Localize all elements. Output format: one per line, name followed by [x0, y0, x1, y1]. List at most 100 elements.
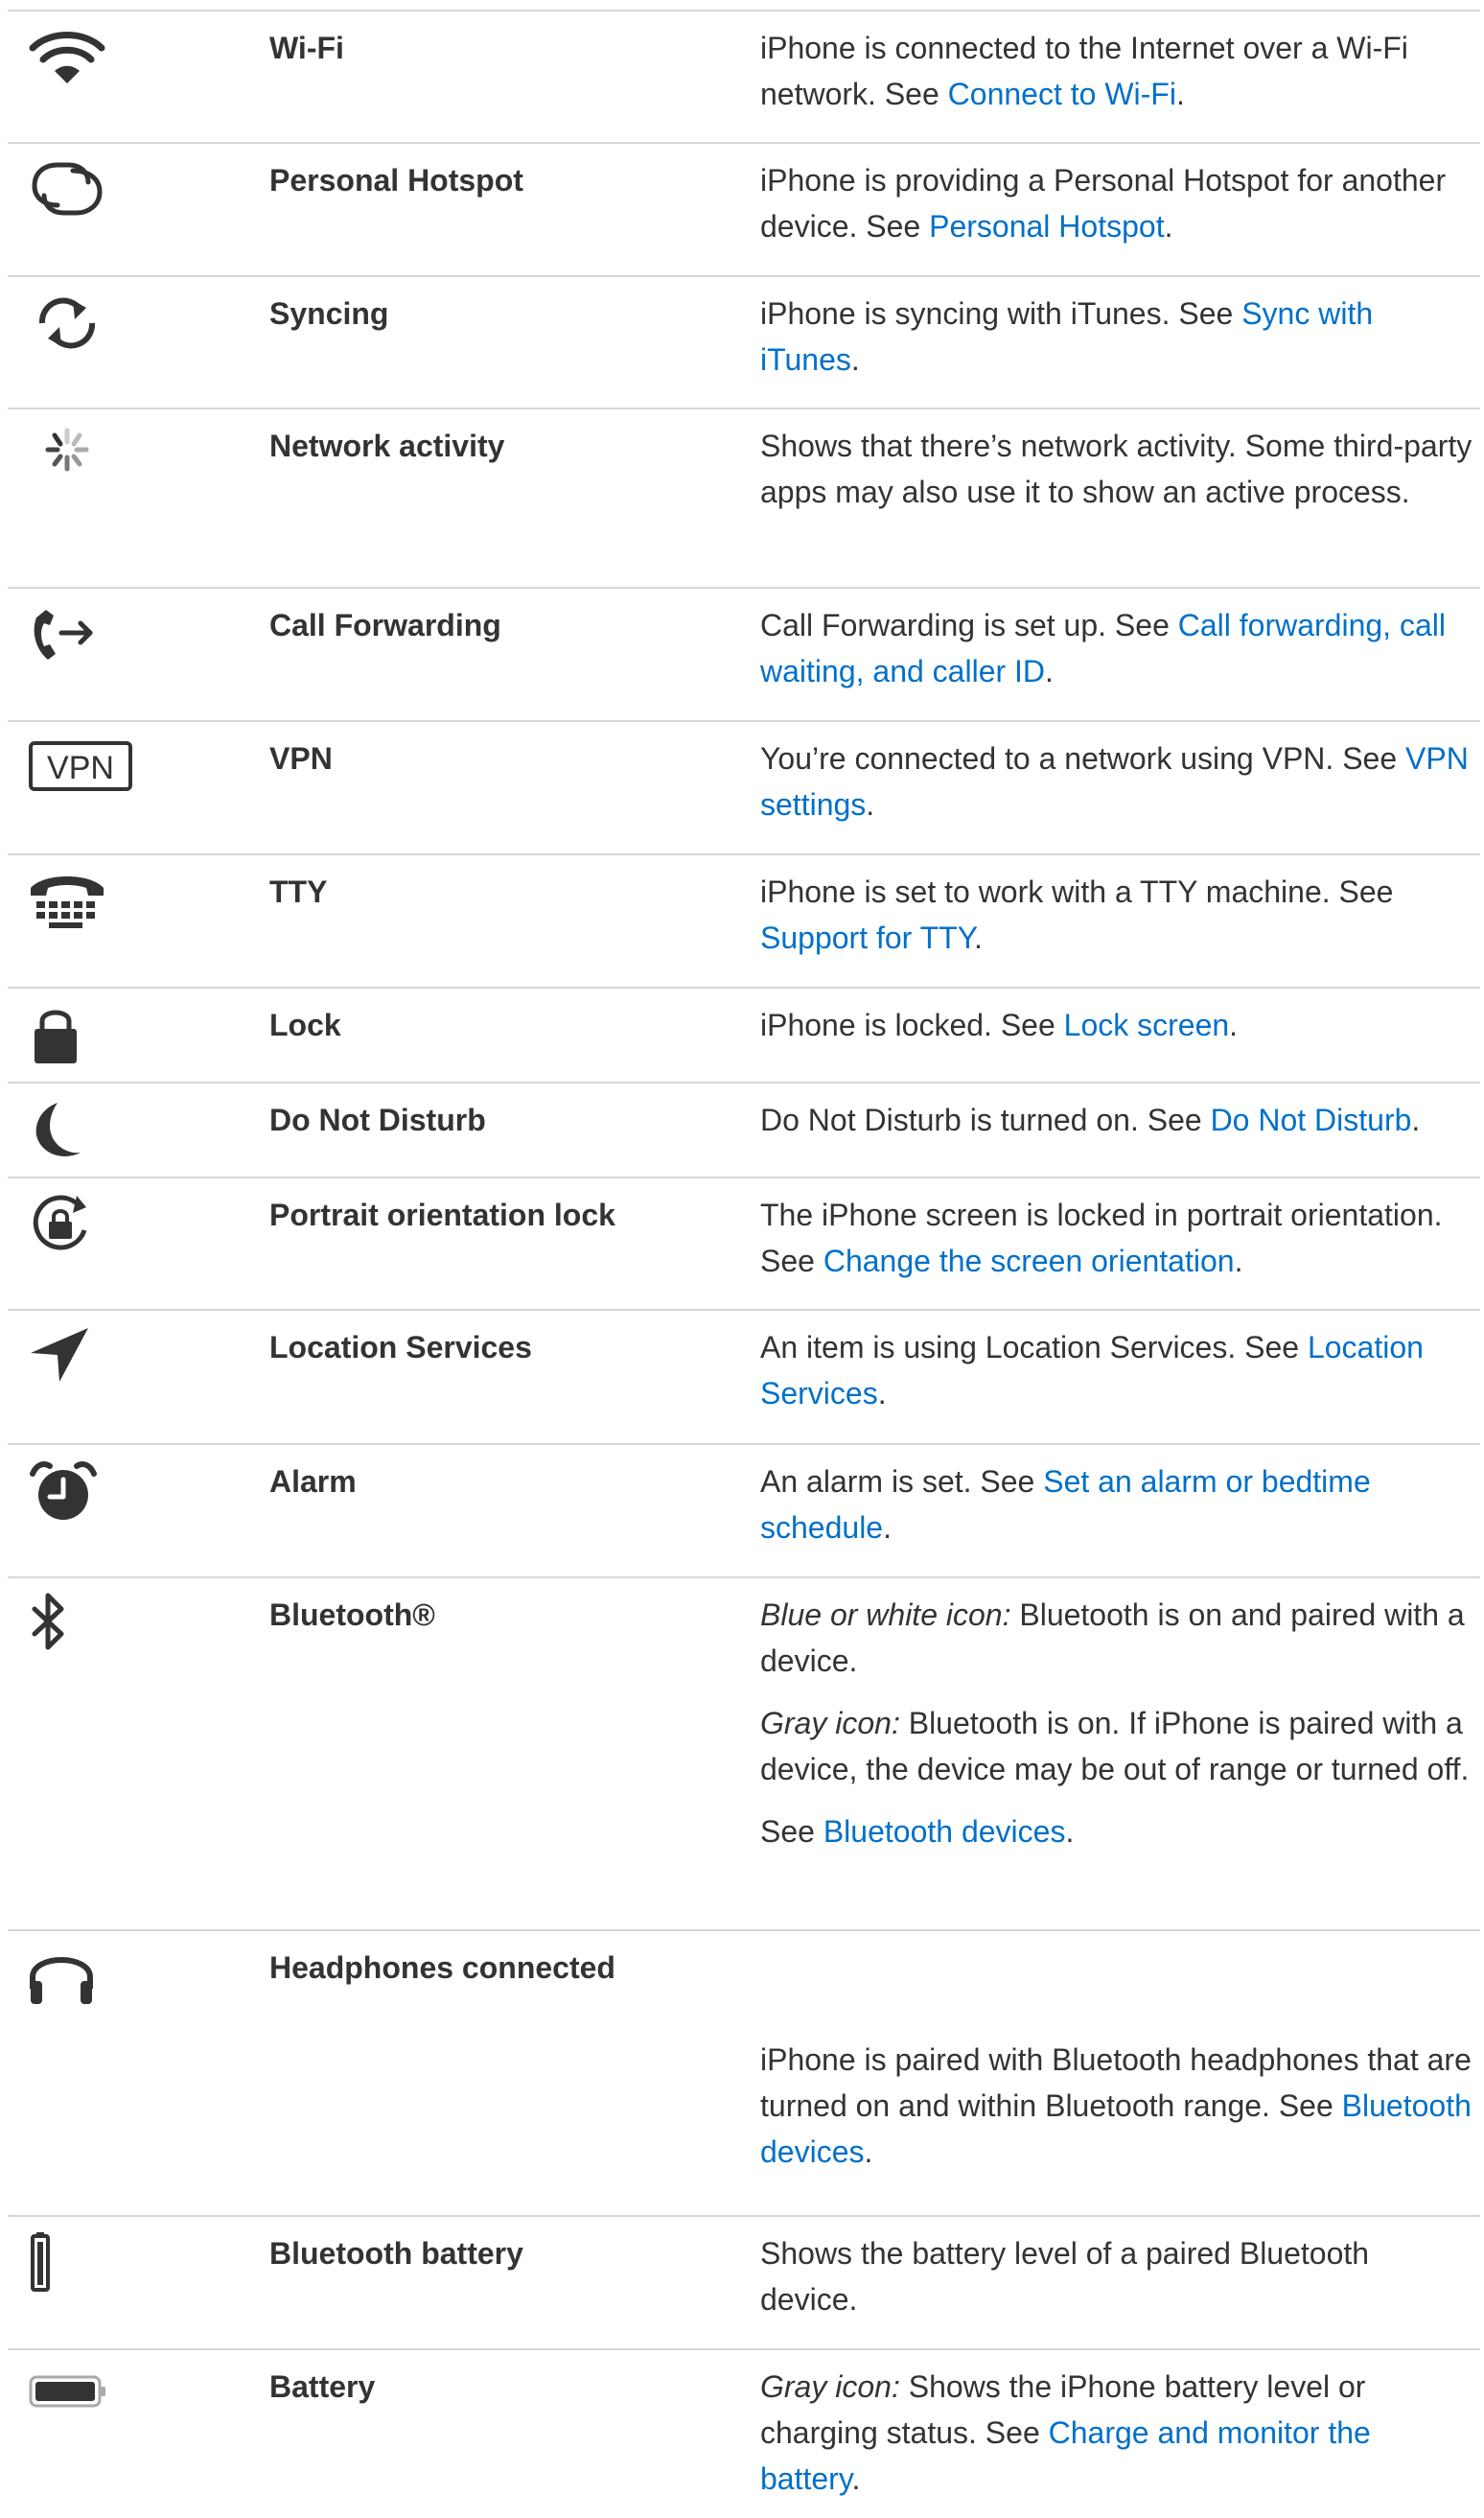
- description-text: .: [1234, 1244, 1243, 1278]
- row-name: Lock: [269, 1008, 341, 1042]
- description-paragraph: The iPhone screen is locked in portrait …: [760, 1192, 1474, 1284]
- table-row: Syncing iPhone is syncing with iTunes. Se…: [8, 275, 1480, 408]
- description-text: .: [851, 2461, 861, 2496]
- description-paragraph: Shows the battery level of a paired Blue…: [760, 2230, 1474, 2322]
- description-paragraph: See Bluetooth devices.: [760, 1808, 1474, 1854]
- doc-link[interactable]: Do Not Disturb: [1211, 1103, 1412, 1137]
- description-text: iPhone is locked. See: [760, 1008, 1064, 1042]
- personal-hotspot-icon: [29, 159, 144, 236]
- vpn-icon-text: VPN: [47, 750, 114, 786]
- description-paragraph: iPhone is paired with Bluetooth headphon…: [760, 2037, 1474, 2175]
- tty-icon: [29, 871, 144, 947]
- syncing-icon: [29, 292, 144, 369]
- lock-icon: [29, 1004, 144, 1081]
- description-text: .: [864, 2134, 873, 2169]
- row-name: Call Forwarding: [269, 608, 501, 642]
- row-description: The iPhone screen is locked in portrait …: [760, 1192, 1474, 1300]
- network-activity-icon: [29, 425, 144, 501]
- table-row: Alarm An alarm is set. See Set an alarm o…: [8, 1443, 1480, 1576]
- location-arrow-icon: [29, 1326, 144, 1403]
- description-text: .: [883, 1510, 892, 1545]
- row-name: Personal Hotspot: [269, 163, 523, 198]
- row-name: VPN: [269, 741, 333, 776]
- row-description: Call Forwarding is set up. See Call forw…: [760, 602, 1474, 711]
- description-text: See: [760, 1814, 823, 1849]
- vpn-icon: VPN: [29, 737, 144, 814]
- doc-link[interactable]: Change the screen orientation: [823, 1244, 1235, 1278]
- call-forwarding-icon: [29, 604, 144, 681]
- row-name: Location Services: [269, 1330, 532, 1364]
- description-text: Do Not Disturb is turned on. See: [760, 1103, 1211, 1137]
- description-paragraph: An alarm is set. See Set an alarm or bed…: [760, 1458, 1474, 1550]
- orientation-lock-icon: [29, 1194, 144, 1271]
- table-row: Headphones connected iPhone is paired wit…: [8, 1929, 1480, 2215]
- table-row: TTY iPhone is set to work with a TTY mach…: [8, 853, 1480, 987]
- description-paragraph: iPhone is locked. See Lock screen.: [760, 1002, 1474, 1048]
- description-text: .: [1175, 77, 1185, 111]
- row-name: Network activity: [269, 429, 505, 463]
- row-description: Blue or white icon: Bluetooth is on and …: [760, 1592, 1474, 1871]
- doc-link[interactable]: Personal Hotspot: [929, 209, 1164, 244]
- description-text: An alarm is set. See: [760, 1464, 1044, 1499]
- description-paragraph: iPhone is connected to the Internet over…: [760, 25, 1474, 117]
- row-description: iPhone is locked. See Lock screen.: [760, 1002, 1474, 1064]
- table-row: Network activity Shows that there’s netwo…: [8, 408, 1480, 587]
- description-text: .: [1411, 1103, 1421, 1137]
- table-row: Personal Hotspot iPhone is providing a Pe…: [8, 142, 1480, 275]
- description-text: Shows the battery level of a paired Blue…: [760, 2236, 1370, 2317]
- description-text: .: [1229, 1008, 1239, 1042]
- table-row: Battery Gray icon: Shows the iPhone batte…: [8, 2348, 1480, 2498]
- row-name: Battery: [269, 2369, 376, 2404]
- description-paragraph: iPhone is providing a Personal Hotspot f…: [760, 157, 1474, 249]
- italic-label: Gray icon:: [760, 2369, 900, 2404]
- table-row: Bluetooth battery Shows the battery level…: [8, 2215, 1480, 2348]
- row-name: TTY: [269, 874, 328, 909]
- description-text: An item is using Location Services. See: [760, 1330, 1308, 1364]
- description-paragraph: Call Forwarding is set up. See Call forw…: [760, 602, 1474, 694]
- doc-link[interactable]: Connect to Wi-Fi: [948, 77, 1176, 111]
- description-paragraph: Gray icon: Bluetooth is on. If iPhone is…: [760, 1700, 1474, 1792]
- doc-link[interactable]: Bluetooth devices: [823, 1814, 1066, 1849]
- row-description: iPhone is providing a Personal Hotspot f…: [760, 157, 1474, 266]
- table-row: Bluetooth® Blue or white icon: Bluetooth …: [8, 1576, 1480, 1929]
- row-name: Alarm: [269, 1464, 357, 1499]
- row-name: Wi-Fi: [269, 31, 344, 65]
- row-description: Shows that there’s network activity. Som…: [760, 423, 1474, 531]
- description-paragraph: iPhone is set to work with a TTY machine…: [760, 869, 1474, 961]
- wifi-icon: [29, 27, 144, 104]
- table-row: Wi-Fi iPhone is connected to the Internet…: [8, 10, 1480, 142]
- headphones-icon: [29, 1947, 144, 2023]
- battery-icon: [29, 2366, 144, 2442]
- row-name: Do Not Disturb: [269, 1103, 486, 1137]
- bluetooth-battery-icon: [29, 2232, 144, 2309]
- row-description: iPhone is paired with Bluetooth headphon…: [760, 2037, 1474, 2191]
- description-paragraph: Shows that there’s network activity. Som…: [760, 423, 1474, 515]
- moon-icon: [29, 1099, 144, 1176]
- description-text: .: [1164, 209, 1173, 244]
- doc-link[interactable]: Support for TTY: [760, 921, 974, 955]
- table-row: Location Services An item is using Locati…: [8, 1309, 1480, 1443]
- description-paragraph: Do Not Disturb is turned on. See Do Not …: [760, 1097, 1474, 1143]
- description-text: .: [973, 921, 983, 955]
- row-name: Portrait orientation lock: [269, 1198, 615, 1232]
- row-description: Gray icon: Shows the iPhone battery leve…: [760, 2364, 1474, 2518]
- description-text: Call Forwarding is set up. See: [760, 608, 1178, 642]
- italic-label: Blue or white icon:: [760, 1597, 1011, 1632]
- row-description: You’re connected to a network using VPN.…: [760, 735, 1474, 844]
- description-text: You’re connected to a network using VPN.…: [760, 741, 1406, 776]
- row-name: Headphones connected: [269, 1950, 615, 1985]
- description-text: .: [1065, 1814, 1075, 1849]
- description-paragraph: iPhone is syncing with iTunes. See Sync …: [760, 291, 1474, 383]
- description-text: .: [877, 1376, 887, 1411]
- row-description: iPhone is set to work with a TTY machine…: [760, 869, 1474, 977]
- row-name: Bluetooth battery: [269, 2236, 523, 2271]
- description-text: .: [866, 787, 875, 822]
- row-name: Bluetooth®: [269, 1597, 435, 1632]
- description-paragraph: Gray icon: Shows the iPhone battery leve…: [760, 2364, 1474, 2502]
- row-description: Shows the battery level of a paired Blue…: [760, 2230, 1474, 2339]
- table-row: Do Not Disturb Do Not Disturb is turned o…: [8, 1082, 1480, 1177]
- table-row: VPN VPN You’re connected to a network usin…: [8, 720, 1480, 853]
- row-description: An item is using Location Services. See …: [760, 1324, 1474, 1433]
- doc-link[interactable]: Lock screen: [1064, 1008, 1230, 1042]
- table-row: Portrait orientation lock The iPhone scre…: [8, 1177, 1480, 1309]
